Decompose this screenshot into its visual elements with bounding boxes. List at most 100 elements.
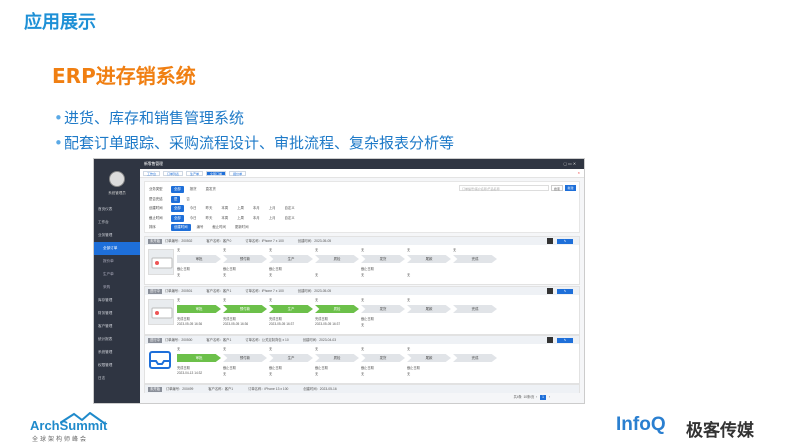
progress-step[interactable]: 完成 <box>453 305 497 313</box>
progress-step[interactable]: 发货 <box>361 305 405 313</box>
erp-screenshot: 系统管理员 首页仪表 工作台 业务管理 全部订单 报价单 生产单 采购 库存管理 财务管理 客户管… <box>93 158 585 404</box>
progress-step[interactable]: 预付款 <box>223 354 267 362</box>
progress-step[interactable]: 预付款 <box>223 305 267 313</box>
progress-step[interactable]: 尾款 <box>407 354 451 362</box>
step-date: 无 <box>269 273 273 277</box>
sidebar-item[interactable]: 首页仪表 <box>94 203 140 216</box>
filter-chip[interactable]: 自定义 <box>281 205 297 212</box>
next-page-icon[interactable]: › <box>549 395 550 399</box>
edit-button[interactable]: ✎ <box>557 337 573 343</box>
filter-chip[interactable]: 上月 <box>266 205 279 212</box>
filter-chip[interactable]: 昨天 <box>203 205 216 212</box>
progress-step[interactable]: 质检 <box>315 305 359 313</box>
edit-button[interactable]: ✎ <box>557 288 573 294</box>
progress-step[interactable]: 尾款 <box>407 255 451 263</box>
sidebar-item[interactable]: 客户管理 <box>94 320 140 333</box>
progress-step[interactable]: 完成 <box>453 255 497 263</box>
tab[interactable]: 报价单 <box>229 171 247 176</box>
filter-chip[interactable]: 本周 <box>218 215 231 222</box>
progress-step[interactable]: 质检 <box>315 354 359 362</box>
status-badge: 未开始 <box>148 387 162 392</box>
progress-step[interactable]: 审批 <box>177 305 221 313</box>
sidebar-item[interactable]: 工作台 <box>94 216 140 229</box>
progress-step[interactable]: 预付款 <box>223 255 267 263</box>
filter-chip[interactable]: 全部 <box>171 205 184 212</box>
filter-chip[interactable]: 全部 <box>171 186 184 193</box>
sidebar-item[interactable]: 采购 <box>94 281 140 294</box>
sidebar-item[interactable]: 财务管理 <box>94 307 140 320</box>
filter-chip[interactable]: 昨天 <box>203 215 216 222</box>
filter-chip[interactable]: 截止时间 <box>209 224 229 231</box>
filter-chip[interactable]: 编号 <box>194 224 207 231</box>
qr-code-icon[interactable] <box>547 337 553 343</box>
step-date: 无 <box>361 273 365 277</box>
sidebar-item[interactable]: 业务管理 <box>94 229 140 242</box>
pager-size[interactable]: 10条/页 <box>524 395 535 399</box>
order-number[interactable]: 订单编号：200500 <box>165 338 193 342</box>
progress-step[interactable]: 发货 <box>361 354 405 362</box>
sidebar-item[interactable]: 日志 <box>94 372 140 385</box>
filter-chip[interactable]: 上周 <box>234 215 247 222</box>
search-button[interactable]: 搜索 <box>551 185 563 191</box>
sidebar-item[interactable]: 库存管理 <box>94 294 140 307</box>
progress-step[interactable]: 审批 <box>177 354 221 362</box>
close-all-tabs-icon[interactable]: ✕ <box>577 171 580 175</box>
tab[interactable]: 订单列表 <box>163 171 184 176</box>
filter-chip[interactable]: 直发货 <box>203 186 219 193</box>
pager-current[interactable]: 1 <box>540 395 547 400</box>
step-date-label-row: 完成日期 截止日期 截止日期 截止日期 截止日期 截止日期 <box>177 365 499 370</box>
step-date <box>453 322 499 327</box>
progress-step[interactable]: 发货 <box>361 255 405 263</box>
filter-chip[interactable]: 是 <box>171 195 181 203</box>
step-date-label: 截止日期 <box>223 267 236 271</box>
progress-step[interactable]: 审批 <box>177 255 221 263</box>
order-customer: 客户名称：客户1 <box>206 289 232 293</box>
filter-chip[interactable]: 本周 <box>218 205 231 212</box>
search-input[interactable]: 订单编号/客户名称/产品名称 <box>459 185 549 191</box>
filter-chip[interactable]: 本月 <box>250 215 263 222</box>
filter-chip[interactable]: 今日 <box>187 205 200 212</box>
filter-chip[interactable]: 上周 <box>234 205 247 212</box>
step-owner: 无 <box>269 347 273 351</box>
filter-chip[interactable]: 否 <box>183 196 192 203</box>
sidebar-item[interactable]: 权限管理 <box>94 359 140 372</box>
filter-chip[interactable]: 报货 <box>187 186 200 193</box>
sidebar-item[interactable]: 统计报表 <box>94 333 140 346</box>
filter-chip[interactable]: 本月 <box>250 205 263 212</box>
sidebar-item[interactable]: 生产单 <box>94 268 140 281</box>
order-card: 进行中 订单编号：200501 客户名称：客户1 订单名称：iPhone 7 x 10… <box>144 286 580 335</box>
filter-chip[interactable]: 自定义 <box>281 215 297 222</box>
order-number[interactable]: 订单编号：200499 <box>166 387 194 391</box>
prev-page-icon[interactable]: ‹ <box>536 395 537 399</box>
progress-step[interactable]: 尾款 <box>407 305 451 313</box>
filter-chip[interactable]: 更新时间 <box>232 224 252 231</box>
tab[interactable]: 全部订单 <box>206 171 227 176</box>
edit-button[interactable]: ✎ <box>557 238 573 244</box>
step-date: 无 <box>223 372 227 376</box>
progress-step[interactable]: 生产 <box>269 255 313 263</box>
step-date <box>453 272 499 277</box>
tab[interactable]: 工作台 <box>143 171 161 176</box>
filter-chip[interactable]: 创建时间 <box>171 224 191 231</box>
filter-panel: 业务类型 全部 报货 直发货 是否完结是否创建时间 全部 今日 昨天 本周 上周 本月 上月 自定义 截止… <box>144 181 580 233</box>
progress-step[interactable]: 完成 <box>453 354 497 362</box>
avatar[interactable] <box>109 171 125 187</box>
sidebar-item[interactable]: 报价单 <box>94 255 140 268</box>
progress-step[interactable]: 生产 <box>269 305 313 313</box>
step-owner <box>453 346 499 351</box>
progress-step[interactable]: 质检 <box>315 255 359 263</box>
filter-chip[interactable]: 上月 <box>266 215 279 222</box>
tab[interactable]: 生产单 <box>186 171 204 176</box>
order-number[interactable]: 订单编号：200502 <box>165 239 193 243</box>
qr-code-icon[interactable] <box>547 238 553 244</box>
progress-step[interactable]: 生产 <box>269 354 313 362</box>
sidebar-item[interactable]: 系统管理 <box>94 346 140 359</box>
window-controls-icon[interactable]: ▢ ▭ ✕ <box>564 159 576 169</box>
add-button[interactable]: 新建 <box>565 185 576 191</box>
filter-chip[interactable]: 全部 <box>171 214 184 222</box>
order-number[interactable]: 订单编号：200501 <box>165 289 193 293</box>
qr-code-icon[interactable] <box>547 288 553 294</box>
sidebar-item[interactable]: 全部订单 <box>94 242 140 255</box>
filter-chip[interactable]: 今日 <box>187 215 200 222</box>
step-date-label: 截止日期 <box>269 267 282 271</box>
